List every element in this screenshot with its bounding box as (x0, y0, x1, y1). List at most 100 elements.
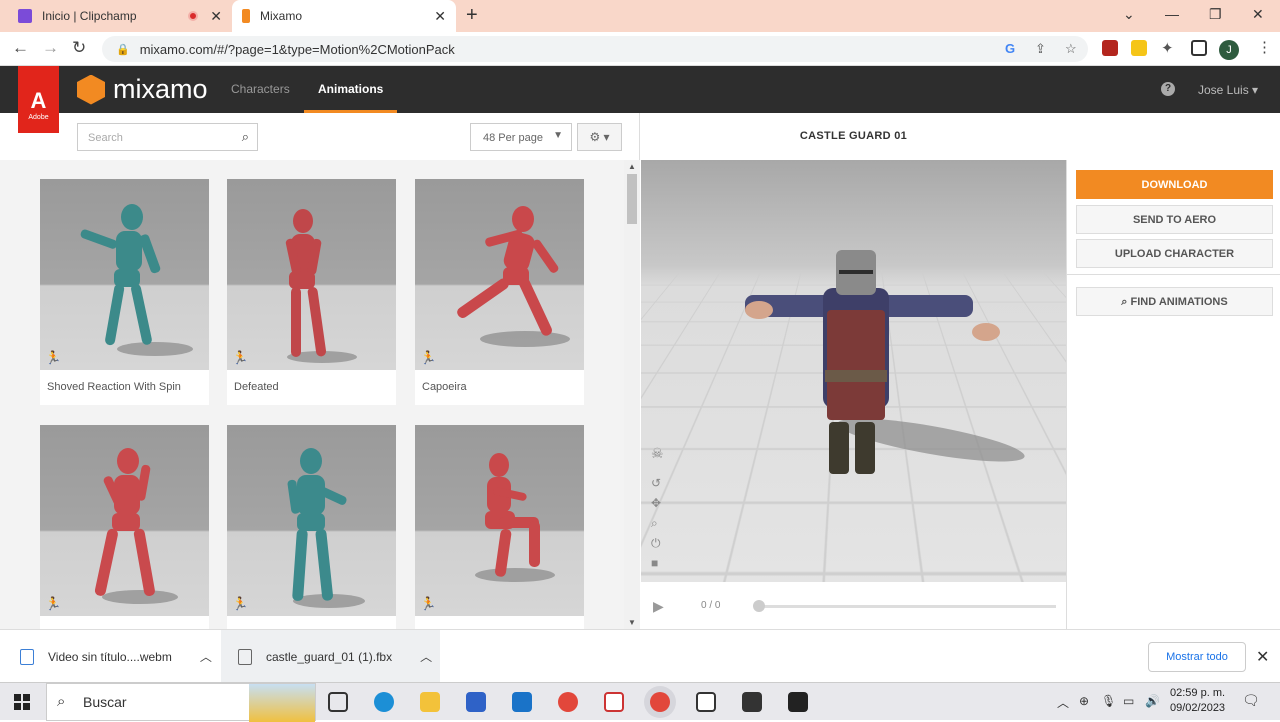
reload-icon[interactable]: ↻ (72, 38, 86, 58)
monitor-app-icon[interactable] (696, 692, 716, 712)
close-icon[interactable]: ✕ (434, 8, 446, 25)
animation-card[interactable]: 🏃 (40, 425, 209, 629)
task-view-icon[interactable] (328, 692, 348, 712)
store-icon[interactable] (466, 692, 486, 712)
browser-toolbar: ← → ↻ 🔒 mixamo.com/#/?page=1&type=Motion… (0, 32, 1280, 66)
edge-icon[interactable] (374, 692, 394, 712)
menu-kebab-icon[interactable]: ⋮ (1257, 38, 1272, 56)
tab-search-icon[interactable]: ⌄ (1123, 6, 1135, 23)
character-figure (40, 425, 209, 616)
forward-icon[interactable]: → (42, 38, 59, 58)
windows-start-icon[interactable] (14, 694, 30, 710)
user-menu[interactable]: Jose Luis ▾ (1198, 83, 1258, 97)
nav-tab-characters[interactable]: Characters (231, 66, 290, 113)
timeline-track[interactable] (759, 605, 1056, 608)
send-to-aero-button[interactable]: SEND TO AERO (1076, 205, 1273, 234)
volume-icon[interactable]: 🔊 (1145, 694, 1160, 708)
address-bar[interactable]: 🔒 mixamo.com/#/?page=1&type=Motion%2CMot… (102, 36, 1088, 62)
windows-taskbar: ⌕ Buscar ︿ ⊕ 🎙 ▭ 🔊 02:59 p. m. 09/02/202… (0, 682, 1280, 720)
chevron-up-icon[interactable]: ︿ (200, 648, 212, 665)
animations-panel: Search ⌕ 48 Per page ▼ ⚙ ▾ 🏃 Shoved Reac… (0, 113, 640, 629)
downloads-bar: Video sin título....webm ︿ castle_guard_… (0, 629, 1280, 682)
animation-thumbnail: 🏃 (415, 425, 584, 616)
camera-icon[interactable]: ■ (651, 556, 658, 570)
restore-icon[interactable]: ❐ (1209, 6, 1222, 23)
animation-card[interactable]: 🏃 (227, 425, 396, 629)
nav-tab-animations[interactable]: Animations (304, 66, 397, 113)
extensions-puzzle-icon[interactable]: ✦ (1161, 39, 1174, 57)
side-panel-icon[interactable] (1191, 40, 1207, 56)
castle-guard-character (641, 160, 1066, 582)
unity-hub-icon[interactable] (788, 692, 808, 712)
google-translate-icon[interactable]: G (1005, 41, 1015, 56)
taskbar-search-label: Buscar (83, 694, 127, 710)
animation-card[interactable]: 🏃 Defeated (227, 179, 396, 405)
motion-type-icon: 🏃 (232, 596, 248, 612)
network-icon[interactable]: ⊕ (1079, 694, 1089, 708)
close-icon[interactable]: ✕ (1256, 647, 1269, 667)
grid-scrollbar[interactable]: ▲ ▼ (624, 160, 640, 629)
animation-card[interactable]: 🏃 (415, 425, 584, 629)
show-hidden-icons-icon[interactable]: ︿ (1057, 694, 1069, 711)
find-animations-button[interactable]: ⌕ FIND ANIMATIONS (1076, 287, 1273, 316)
per-page-select[interactable]: 48 Per page ▼ (470, 123, 572, 151)
tab-clipchamp[interactable]: Inicio | Clipchamp ✕ (8, 0, 232, 32)
show-all-button[interactable]: Mostrar todo (1148, 642, 1246, 672)
mixamo-logo[interactable]: mixamo (77, 74, 208, 105)
minimize-icon[interactable]: — (1165, 6, 1179, 22)
scrollbar-thumb[interactable] (627, 174, 637, 224)
skull-icon[interactable]: ☠ (651, 445, 664, 462)
zoom-icon[interactable]: ⌕ (651, 516, 658, 531)
chevron-down-icon: ▾ (1252, 83, 1258, 97)
motion-type-icon: 🏃 (420, 350, 436, 366)
snipping-tool-icon[interactable] (604, 692, 624, 712)
chrome-active-icon[interactable] (650, 692, 670, 712)
search-icon[interactable]: ⌕ (242, 129, 249, 145)
download-button[interactable]: DOWNLOAD (1076, 170, 1273, 199)
motion-type-icon: 🏃 (45, 596, 61, 612)
animation-name: Shoved Reaction With Spin (40, 370, 209, 405)
play-icon[interactable]: ▶ (653, 598, 664, 615)
bookmark-star-icon[interactable]: ☆ (1065, 41, 1077, 57)
help-icon[interactable]: ? (1161, 82, 1175, 96)
extension-shield-icon[interactable] (1102, 40, 1118, 56)
rotate-icon[interactable]: ↺ (651, 476, 661, 490)
scroll-up-icon[interactable]: ▲ (628, 162, 636, 171)
animation-card[interactable]: 🏃 Capoeira (415, 179, 584, 405)
microphone-icon[interactable]: 🎙 (1101, 694, 1116, 708)
3d-viewport[interactable]: ☠ ↺ ✥ ⌕ ⏻ ■ (641, 160, 1066, 582)
settings-button[interactable]: ⚙ ▾ (577, 123, 622, 151)
reset-icon[interactable]: ⏻ (651, 536, 661, 551)
adobe-logo[interactable]: A Adobe (18, 66, 59, 133)
search-input[interactable]: Search ⌕ (77, 123, 258, 151)
pan-icon[interactable]: ✥ (651, 496, 661, 510)
motion-type-icon: 🏃 (45, 350, 61, 366)
chrome-icon[interactable] (558, 692, 578, 712)
animation-card[interactable]: 🏃 Shoved Reaction With Spin (40, 179, 209, 405)
extension-note-icon[interactable] (1131, 40, 1147, 56)
window-close-icon[interactable]: ✕ (1252, 6, 1264, 23)
download-file-name: Video sin título....webm (48, 650, 172, 664)
mail-icon[interactable] (512, 692, 532, 712)
share-icon[interactable]: ⇪ (1035, 41, 1046, 57)
back-icon[interactable]: ← (12, 38, 29, 58)
file-explorer-icon[interactable] (420, 692, 440, 712)
new-tab-button[interactable]: + (466, 4, 478, 27)
profile-avatar[interactable]: J (1219, 40, 1239, 60)
unity-icon[interactable] (742, 692, 762, 712)
chevron-up-icon[interactable]: ︿ (420, 648, 432, 665)
download-item[interactable]: castle_guard_01 (1).fbx ︿ (238, 630, 432, 683)
system-clock[interactable]: 02:59 p. m. 09/02/2023 (1170, 686, 1225, 716)
notifications-icon[interactable]: 🗨 (1242, 692, 1260, 709)
lock-icon: 🔒 (116, 43, 130, 56)
search-icon: ⌕ (57, 693, 65, 710)
character-figure (415, 425, 584, 616)
battery-icon[interactable]: ▭ (1123, 694, 1134, 708)
taskbar-search[interactable]: ⌕ Buscar (46, 683, 316, 721)
download-item[interactable]: Video sin título....webm ︿ (20, 630, 212, 683)
tab-mixamo[interactable]: Mixamo ✕ (232, 0, 456, 32)
upload-character-button[interactable]: UPLOAD CHARACTER (1076, 239, 1273, 268)
scroll-down-icon[interactable]: ▼ (628, 618, 636, 627)
close-icon[interactable]: ✕ (210, 8, 222, 25)
timeline-scrubber[interactable] (753, 600, 765, 612)
